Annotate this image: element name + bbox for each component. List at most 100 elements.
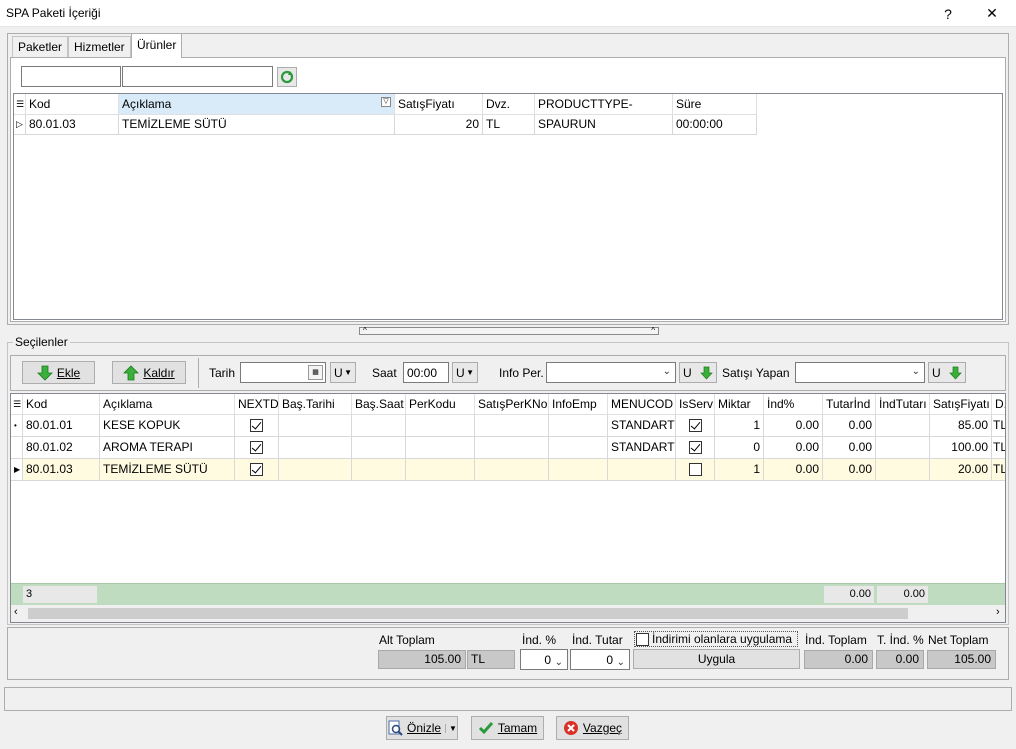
cell-bas-tarihi: [279, 437, 352, 459]
grid-summary-row: 3 0.00 0.00: [11, 583, 1005, 605]
horizontal-scrollbar[interactable]: ‹ ›: [11, 605, 1005, 622]
ind-tutar-select[interactable]: 0 ⌄: [570, 649, 630, 670]
isserv-checkbox[interactable]: [689, 441, 702, 454]
cell-isserv[interactable]: [676, 459, 715, 481]
remove-button[interactable]: Kaldır: [112, 361, 186, 384]
filter-kod-input[interactable]: [21, 66, 121, 87]
col-satisperkno[interactable]: SatışPerKNo: [475, 394, 549, 415]
col-kod[interactable]: Kod: [23, 394, 100, 415]
saat-u-label: U: [456, 365, 465, 380]
apply-discount-checkbox-row[interactable]: İndirimi olanlara uygulama: [634, 631, 798, 647]
calendar-icon[interactable]: ▦: [308, 365, 323, 380]
close-button[interactable]: ✕: [972, 0, 1012, 27]
cell-aciklama: TEMİZLEME SÜTÜ: [119, 115, 395, 135]
col-isserv[interactable]: IsServ: [676, 394, 715, 415]
filter-aciklama-input[interactable]: [122, 66, 273, 87]
nextd-checkbox[interactable]: [250, 463, 263, 476]
cell-isserv[interactable]: [676, 437, 715, 459]
refresh-icon: [280, 70, 294, 84]
scrollbar-thumb[interactable]: [28, 608, 908, 619]
t-ind-value: 0.00: [876, 650, 924, 669]
help-button[interactable]: ?: [928, 0, 968, 27]
col-satis-fiyati[interactable]: SatışFiyatı: [930, 394, 992, 415]
col-indtutari[interactable]: İndTutarı: [876, 394, 930, 415]
satisi-yapan-select[interactable]: ⌄: [795, 362, 925, 383]
col-producttype[interactable]: PRODUCTTYPE-: [535, 94, 673, 115]
saat-input[interactable]: 00:00: [403, 362, 449, 383]
col-infoemp[interactable]: InfoEmp: [549, 394, 608, 415]
add-button[interactable]: Ekle: [22, 361, 95, 384]
ind-toplam-value: 0.00: [804, 650, 873, 669]
col-aciklama[interactable]: Açıklama: [119, 94, 395, 115]
isserv-checkbox[interactable]: [689, 419, 702, 432]
cell-indtutari: [876, 437, 930, 459]
ind-tutar-label: İnd. Tutar: [572, 633, 623, 647]
chevron-down-icon: ⌄: [616, 657, 625, 668]
col-ind-pct[interactable]: İnd%: [764, 394, 823, 415]
tarih-input[interactable]: ▦: [240, 362, 326, 383]
refresh-button[interactable]: [277, 67, 297, 87]
ok-button[interactable]: Tamam: [471, 716, 544, 740]
cell-isserv[interactable]: [676, 415, 715, 437]
cell-kod: 80.01.02: [23, 437, 100, 459]
col-aciklama[interactable]: Açıklama: [100, 394, 235, 415]
apply-button[interactable]: Uygula: [633, 649, 800, 669]
tab-panel-urunler: ☰ Kod Açıklama ▽ SatışFiyatı Dvz. PRODUC…: [10, 57, 1006, 322]
arrow-down-icon: [700, 366, 713, 380]
col-kod[interactable]: Kod: [26, 94, 119, 115]
cell-kod: 80.01.03: [23, 459, 100, 481]
col-satis-fiyati[interactable]: SatışFiyatı: [395, 94, 483, 115]
col-dvz[interactable]: Dvz.: [483, 94, 535, 115]
cell-aciklama: TEMİZLEME SÜTÜ: [100, 459, 235, 481]
satisi-yapan-u-button[interactable]: U: [928, 362, 966, 383]
col-bas-saat[interactable]: Baş.Saat: [352, 394, 406, 415]
info-per-label: Info Per.: [499, 366, 544, 380]
cell-perkodu: [406, 437, 475, 459]
tab-paketler[interactable]: Paketler: [12, 36, 69, 57]
add-button-label: Ekle: [56, 365, 81, 380]
col-tutarind[interactable]: Tutarİnd: [823, 394, 876, 415]
chevron-down-icon[interactable]: ▼: [445, 723, 457, 733]
cell-kod: 80.01.01: [23, 415, 100, 437]
col-menucod[interactable]: MENUCOD: [608, 394, 676, 415]
tab-hizmetler[interactable]: Hizmetler: [68, 36, 131, 57]
col-bas-tarihi[interactable]: Baş.Tarihi: [279, 394, 352, 415]
preview-button[interactable]: Önizle ▼: [386, 716, 458, 740]
cell-nextd[interactable]: [235, 437, 279, 459]
cell-indtutari: [876, 459, 930, 481]
ind-pct-value: 0: [544, 653, 551, 667]
cell-sure: 00:00:00: [673, 115, 757, 135]
net-toplam-label: Net Toplam: [928, 633, 989, 647]
col-perkodu[interactable]: PerKodu: [406, 394, 475, 415]
tarih-u-label: U: [334, 365, 343, 380]
info-per-u-button[interactable]: U: [679, 362, 717, 383]
cell-nextd[interactable]: [235, 459, 279, 481]
col-nextd[interactable]: NEXTD: [235, 394, 279, 415]
arrow-down-icon: [36, 365, 53, 381]
scroll-right-icon[interactable]: ›: [996, 606, 1000, 618]
tarih-u-dropdown[interactable]: U ▼: [330, 362, 356, 383]
col-miktar[interactable]: Miktar: [715, 394, 764, 415]
apply-discount-checkbox[interactable]: [636, 633, 649, 646]
toolbar-divider: [198, 358, 199, 388]
cell-menucod: STANDART: [608, 415, 676, 437]
col-sure[interactable]: Süre: [673, 94, 757, 115]
cell-bas-saat: [352, 459, 406, 481]
saat-u-dropdown[interactable]: U ▼: [452, 362, 478, 383]
isserv-checkbox[interactable]: [689, 463, 702, 476]
scroll-left-icon[interactable]: ‹: [14, 606, 18, 618]
grid-menu-icon[interactable]: ☰: [11, 394, 23, 415]
cell-nextd[interactable]: [235, 415, 279, 437]
chevron-down-icon: ▼: [466, 368, 474, 377]
info-per-select[interactable]: ⌄: [546, 362, 676, 383]
nextd-checkbox[interactable]: [250, 419, 263, 432]
ind-pct-select[interactable]: 0 ⌄: [520, 649, 568, 670]
tab-urunler[interactable]: Ürünler: [131, 33, 183, 58]
net-toplam-value: 105.00: [927, 650, 996, 669]
filter-icon[interactable]: ▽: [381, 97, 391, 107]
col-d[interactable]: D.: [992, 394, 1005, 415]
nextd-checkbox[interactable]: [250, 441, 263, 454]
grid-menu-icon[interactable]: ☰: [14, 94, 26, 115]
splitter-handle[interactable]: ^ ^: [359, 327, 659, 335]
cancel-button[interactable]: Vazgeç: [556, 716, 629, 740]
